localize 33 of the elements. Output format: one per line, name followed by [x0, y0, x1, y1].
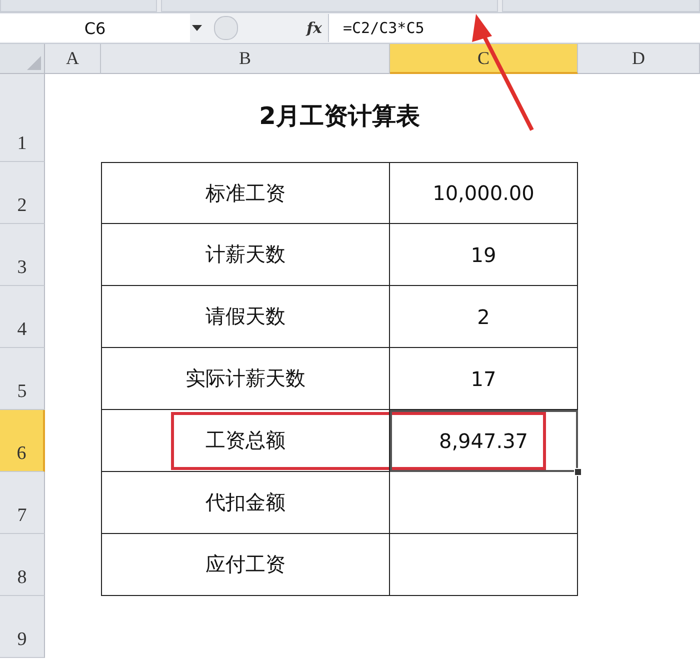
- name-box[interactable]: C6: [0, 14, 190, 42]
- table-cell: 2: [390, 286, 578, 348]
- row-header[interactable]: 4: [0, 286, 45, 348]
- table-cell: 工资总额: [101, 410, 390, 472]
- table-cell: 请假天数: [101, 286, 390, 348]
- active-cell[interactable]: 8,947.37: [390, 410, 578, 472]
- column-header[interactable]: C: [390, 44, 578, 74]
- column-header[interactable]: B: [101, 44, 390, 74]
- table-cell: 10,000.00: [390, 162, 578, 224]
- table-cell: 17: [390, 348, 578, 410]
- formula-field[interactable]: =C2/C3*C5: [328, 14, 700, 42]
- row-header[interactable]: 7: [0, 472, 45, 534]
- sheet-title: 2月工资计算表: [259, 101, 420, 132]
- fill-handle[interactable]: [574, 468, 582, 476]
- dropdown-icon[interactable]: [192, 25, 202, 31]
- row-header[interactable]: 3: [0, 224, 45, 286]
- row-header[interactable]: 1: [0, 74, 45, 162]
- table-cell: 实际计薪天数: [101, 348, 390, 410]
- table-cell: 19: [390, 224, 578, 286]
- column-header[interactable]: A: [45, 44, 101, 74]
- corner-triangle-icon: [27, 56, 41, 70]
- table-cell: 计薪天数: [101, 224, 390, 286]
- table-cell: 代扣金额: [101, 472, 390, 534]
- insert-function-button[interactable]: fx: [306, 19, 322, 37]
- row-header[interactable]: 8: [0, 534, 45, 596]
- row-header[interactable]: 6: [0, 410, 45, 472]
- row-header[interactable]: 9: [0, 596, 45, 658]
- resize-handle[interactable]: [214, 16, 238, 40]
- row-header[interactable]: 5: [0, 348, 45, 410]
- row-header[interactable]: 2: [0, 162, 45, 224]
- table-cell: 应付工资: [101, 534, 390, 596]
- column-header[interactable]: D: [578, 44, 700, 74]
- table-cell: 标准工资: [101, 162, 390, 224]
